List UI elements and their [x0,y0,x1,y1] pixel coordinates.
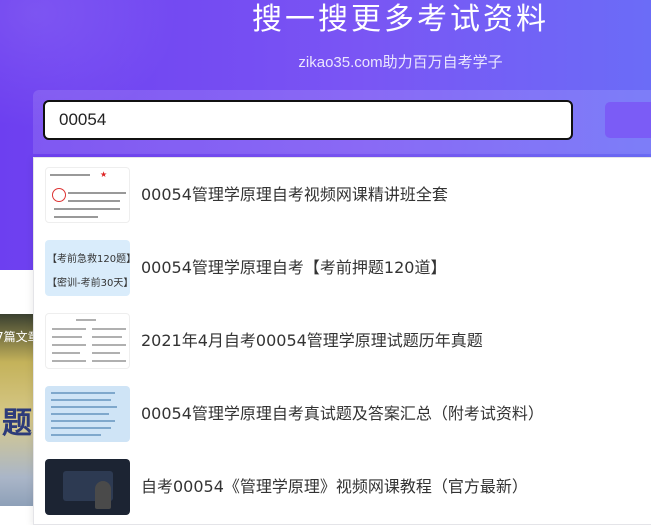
suggestion-item[interactable]: 【考前急救120题】管理 【密训-考前30天】管理 00054管理学原理自考【考… [34,231,651,304]
suggestion-label: 00054管理学原理自考视频网课精讲班全套 [141,185,448,204]
video-lecture-thumbnail [45,459,130,515]
search-input[interactable] [43,100,573,140]
suggestion-item[interactable]: 00054管理学原理自考真试题及答案汇总（附考试资料） [34,377,651,450]
handwritten-notes-thumbnail: ★ [45,167,130,223]
hero-subtitle: zikao35.com助力百万自考学子 [298,54,503,71]
suggestion-label: 00054管理学原理自考【考前押题120道】 [141,258,447,277]
hero-title: 搜一搜更多考试资料 [252,2,549,37]
side-banner-glyph: 题 [2,406,32,441]
search-suggestions-dropdown: ★ 00054管理学原理自考视频网课精讲班全套 【考前急救120题】管理 【密训… [33,157,651,525]
exam-paper-thumbnail [45,313,130,369]
side-banner-image[interactable]: 7篇文章 题 [0,314,34,506]
suggestion-label: 2021年4月自考00054管理学原理试题历年真题 [141,331,483,350]
suggestion-label: 自考00054《管理学原理》视频网课教程（官方最新） [141,477,528,496]
suggestion-item[interactable]: ★ 00054管理学原理自考视频网课精讲班全套 [34,158,651,231]
exam-banner-thumbnail: 【考前急救120题】管理 【密训-考前30天】管理 [45,240,130,296]
answer-sheet-thumbnail [45,386,130,442]
search-button[interactable] [605,102,651,138]
suggestion-item[interactable]: 自考00054《管理学原理》视频网课教程（官方最新） [34,450,651,523]
suggestion-label: 00054管理学原理自考真试题及答案汇总（附考试资料） [141,404,544,423]
side-banner-text: 7篇文章 [0,330,34,344]
suggestion-item[interactable]: 2021年4月自考00054管理学原理试题历年真题 [34,304,651,377]
